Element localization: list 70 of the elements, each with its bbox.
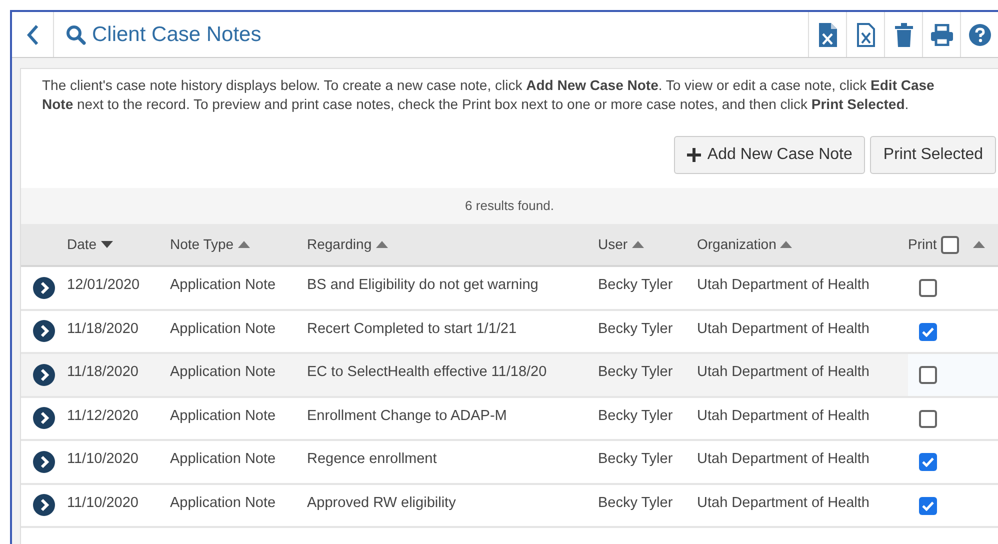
spreadsheet-file-icon[interactable] — [856, 22, 874, 46]
table-cell: 11/18/2020 — [67, 364, 138, 380]
check-icon — [922, 500, 934, 510]
table-row[interactable]: 11/12/2020 Application Note Enrollment Change to ADAP-M Becky Tyler Utah Department of Health — [21, 398, 998, 441]
table-cell: Application Note — [170, 364, 276, 380]
print-checkbox[interactable] — [919, 410, 937, 428]
spreadsheet-file-icon[interactable] — [818, 22, 836, 46]
table-cell: EC to SelectHealth effective 11/18/20 — [307, 364, 547, 380]
table-row[interactable]: 11/18/2020 Application Note EC to SelectHealth effective 11/18/20 Becky Tyler Utah Department of Health — [21, 354, 998, 398]
table-cell: 11/12/2020 — [67, 408, 138, 424]
expand-icon[interactable] — [33, 494, 55, 516]
column-header[interactable]: Organization — [697, 234, 908, 255]
table-cell: Utah Department of Health — [697, 451, 870, 467]
page-title: Client Case Notes — [92, 22, 262, 48]
column-header[interactable]: User — [598, 234, 697, 255]
table-cell: Becky Tyler — [598, 494, 673, 510]
help-icon[interactable] — [968, 24, 990, 46]
table-cell: Utah Department of Health — [697, 320, 870, 336]
column-header[interactable]: Note Type — [170, 234, 307, 255]
print-selected-button[interactable]: Print Selected — [870, 136, 996, 174]
table-cell: Enrollment Change to ADAP-M — [307, 408, 507, 424]
check-icon — [922, 326, 934, 336]
print-column-header[interactable]: Print — [908, 234, 998, 255]
print-checkbox[interactable] — [919, 366, 937, 384]
check-icon — [922, 457, 934, 467]
select-all-checkbox[interactable] — [940, 236, 959, 254]
expand-icon[interactable] — [33, 320, 55, 342]
table-cell: Application Note — [170, 494, 276, 510]
table-cell: Utah Department of Health — [697, 408, 870, 424]
print-checkbox[interactable] — [919, 322, 937, 340]
table-cell: Application Note — [170, 408, 276, 424]
column-header[interactable]: Date — [67, 234, 170, 255]
expand-icon[interactable] — [33, 407, 55, 430]
table-row[interactable]: 12/01/2020 Application Note BS and Eligibility do not get warning Becky Tyler Utah Department of Health — [21, 267, 998, 310]
column-header[interactable]: Regarding — [307, 234, 598, 255]
instructions-text: The client's case note history displays below. To create a new case note, click Add New Case Note. To view or edit a case note, click Edit Case Note next to the record. To preview and print case notes, check the Print box next to one or more case notes, and then click Print Selected. — [41, 76, 936, 114]
table-cell: Utah Department of Health — [697, 277, 870, 293]
print-icon[interactable] — [930, 24, 952, 46]
add-note-button[interactable]: Add New Case Note — [674, 136, 866, 174]
table-cell: Application Note — [170, 277, 276, 293]
back-icon[interactable] — [26, 24, 40, 46]
results-count: 6 results found. — [465, 197, 554, 216]
plus-icon — [687, 148, 702, 162]
table-cell: BS and Eligibility do not get warning — [307, 277, 538, 293]
table-cell: Becky Tyler — [598, 320, 673, 336]
table-cell: Utah Department of Health — [697, 494, 870, 510]
table-cell: 11/10/2020 — [67, 494, 138, 510]
table-cell: Regence enrollment — [307, 451, 437, 467]
table-cell: Approved RW eligibility — [307, 494, 456, 510]
table-cell: 11/18/2020 — [67, 320, 138, 336]
table-cell: Becky Tyler — [598, 451, 673, 467]
table-cell: Becky Tyler — [598, 408, 673, 424]
table-row[interactable]: 11/10/2020 Application Note Regence enrollment Becky Tyler Utah Department of Health — [21, 441, 998, 484]
table-cell: 11/10/2020 — [67, 451, 138, 467]
table-cell: Recert Completed to start 1/1/21 — [307, 320, 517, 336]
table-cell: Becky Tyler — [598, 364, 673, 380]
print-checkbox[interactable] — [919, 453, 937, 471]
table-cell: Utah Department of Health — [697, 364, 870, 380]
table-cell: Application Note — [170, 451, 276, 467]
table-cell: 12/01/2020 — [67, 277, 140, 293]
print-checkbox[interactable] — [919, 279, 937, 297]
table-cell: Application Note — [170, 320, 276, 336]
expand-icon[interactable] — [33, 450, 55, 473]
expand-icon[interactable] — [33, 364, 55, 386]
trash-icon[interactable] — [894, 22, 912, 46]
expand-icon[interactable] — [33, 276, 55, 299]
table-cell: Becky Tyler — [598, 277, 673, 293]
print-checkbox[interactable] — [919, 496, 937, 514]
table-row[interactable]: 11/10/2020 Application Note Approved RW eligibility Becky Tyler Utah Department of Health — [21, 484, 998, 528]
search-icon — [66, 24, 86, 44]
